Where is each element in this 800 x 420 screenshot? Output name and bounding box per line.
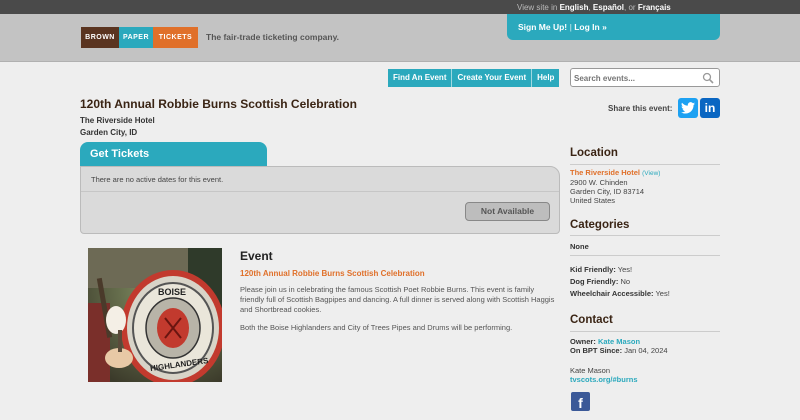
kid-friendly-label: Kid Friendly: xyxy=(570,265,616,274)
login-arrow-icon: » xyxy=(602,22,607,32)
wheelchair-label: Wheelchair Accessible: xyxy=(570,289,654,298)
top-bar xyxy=(0,0,800,14)
get-tickets-tab: Get Tickets xyxy=(80,142,267,166)
contact-heading: Contact xyxy=(570,314,613,326)
categories-divider-2 xyxy=(570,255,720,256)
logo-brown: BROWN xyxy=(81,27,119,48)
logo-tickets: TICKETS xyxy=(153,27,198,48)
linkedin-icon: in xyxy=(704,101,716,115)
event-description: Please join us in celebrating the famous… xyxy=(240,285,555,314)
search-icon[interactable] xyxy=(702,72,714,84)
dog-friendly-row: Dog Friendly: No xyxy=(570,277,630,286)
share-label: Share this event: xyxy=(608,104,673,113)
tickets-message: There are no active dates for this event… xyxy=(91,175,224,184)
account-box: Sign Me Up! | Log In » xyxy=(507,14,720,40)
contact-website-link[interactable]: tvscots.org/#burns xyxy=(570,375,638,384)
not-available-button[interactable]: Not Available xyxy=(465,202,550,221)
facebook-icon: f xyxy=(578,395,583,411)
location-venue-link[interactable]: The Riverside Hotel xyxy=(570,168,640,177)
dog-friendly-value: No xyxy=(620,277,631,286)
dog-friendly-label: Dog Friendly: xyxy=(570,277,619,286)
kid-friendly-value: Yes! xyxy=(617,265,633,274)
lang-prefix: View site in xyxy=(517,3,558,12)
owner-link[interactable]: Kate Mason xyxy=(598,337,640,346)
tickets-divider xyxy=(81,191,559,192)
lang-french-link[interactable]: Français xyxy=(638,3,671,12)
facebook-button[interactable]: f xyxy=(571,392,590,411)
linkedin-share-button[interactable]: in xyxy=(700,98,720,118)
lang-or: or xyxy=(628,3,636,12)
wheelchair-row: Wheelchair Accessible: Yes! xyxy=(570,289,670,298)
twitter-share-button[interactable] xyxy=(678,98,698,118)
since-label: On BPT Since: xyxy=(570,346,623,355)
event-heading: Event xyxy=(240,249,273,263)
nav-create-event[interactable]: Create Your Event xyxy=(452,69,533,87)
location-address2: Garden City, ID 83714 xyxy=(570,187,645,196)
owner-row: Owner: Kate Mason xyxy=(570,337,640,346)
nav-help[interactable]: Help xyxy=(532,69,560,87)
since-row: On BPT Since: Jan 04, 2024 xyxy=(570,346,668,355)
search-box xyxy=(570,68,720,87)
location-country: United States xyxy=(570,196,616,205)
event-photo: BOISE HIGHLANDERS xyxy=(88,248,222,382)
logo-paper: PAPER xyxy=(119,27,153,48)
photo-text-boise: BOISE xyxy=(158,287,186,297)
language-selector: View site in English, Español, or França… xyxy=(517,3,671,12)
tagline: The fair-trade ticketing company. xyxy=(206,32,340,42)
event-venue: The Riverside Hotel xyxy=(80,116,155,125)
owner-label: Owner: xyxy=(570,337,596,346)
lang-english-link[interactable]: English xyxy=(560,3,589,12)
twitter-icon xyxy=(681,102,695,114)
event-performers: Both the Boise Highlanders and City of T… xyxy=(240,323,513,332)
categories-heading: Categories xyxy=(570,219,630,231)
tickets-panel: There are no active dates for this event… xyxy=(80,166,560,234)
main-nav: Find An Event Create Your Event Help xyxy=(388,69,560,87)
search-input[interactable] xyxy=(574,72,699,84)
location-heading: Location xyxy=(570,147,618,159)
event-venue-block: The Riverside Hotel Garden City, ID xyxy=(80,115,155,139)
categories-divider xyxy=(570,235,720,236)
login-link[interactable]: Log In xyxy=(574,22,600,32)
contact-name: Kate Mason xyxy=(570,366,611,375)
wheelchair-value: Yes! xyxy=(655,289,670,298)
event-city: Garden City, ID xyxy=(80,128,138,137)
event-title: 120th Annual Robbie Burns Scottish Celeb… xyxy=(80,97,357,111)
location-divider xyxy=(570,164,720,165)
since-value: Jan 04, 2024 xyxy=(624,346,668,355)
kid-friendly-row: Kid Friendly: Yes! xyxy=(570,265,632,274)
lang-spanish-link[interactable]: Español xyxy=(593,3,624,12)
site-logo[interactable]: BROWN PAPER TICKETS xyxy=(81,27,198,48)
nav-find-event[interactable]: Find An Event xyxy=(388,69,453,87)
location-view-link[interactable]: (View) xyxy=(642,170,660,177)
location-venue-line: The Riverside Hotel (View) xyxy=(570,168,660,178)
event-subtitle: 120th Annual Robbie Burns Scottish Celeb… xyxy=(240,269,425,278)
get-tickets-label: Get Tickets xyxy=(90,148,150,160)
signup-link[interactable]: Sign Me Up! xyxy=(518,22,567,32)
location-address1: 2900 W. Chinden xyxy=(570,178,628,187)
categories-value: None xyxy=(570,242,589,251)
contact-divider xyxy=(570,331,720,332)
